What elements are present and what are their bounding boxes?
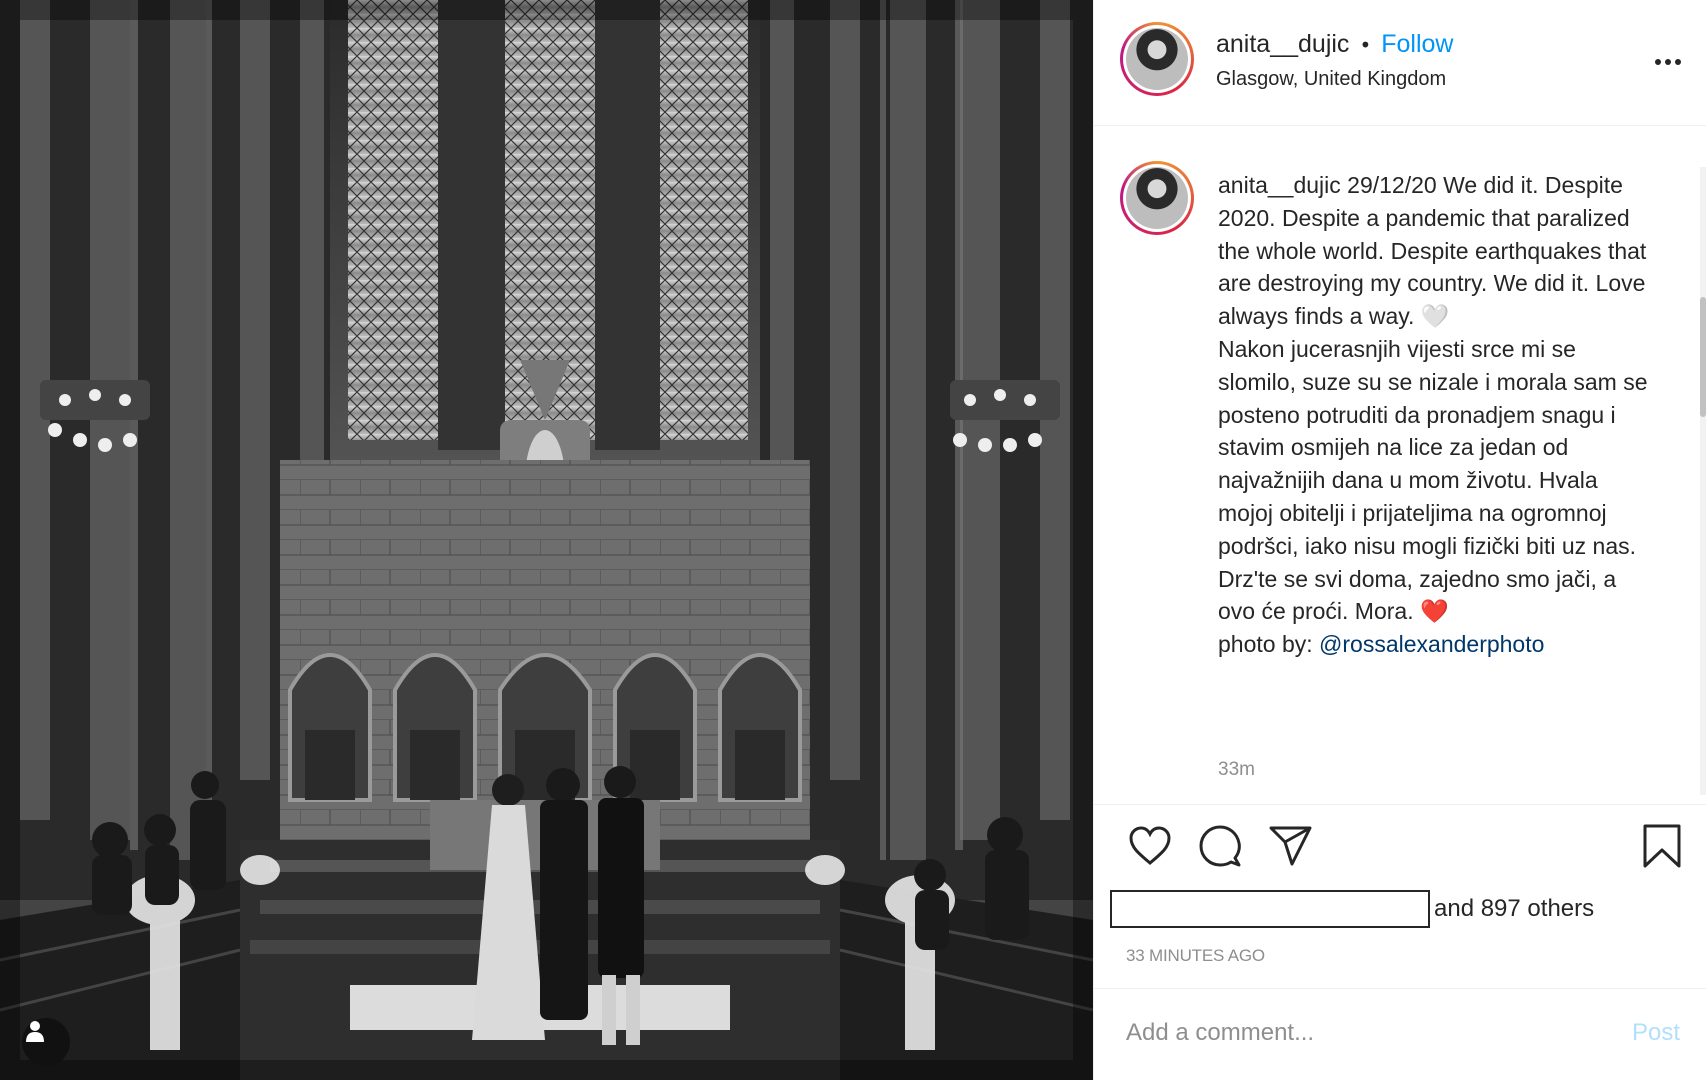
caption-avatar[interactable] bbox=[1120, 161, 1194, 235]
bookmark-icon[interactable] bbox=[1636, 820, 1688, 872]
post-date[interactable]: 33 MINUTES AGO bbox=[1126, 946, 1265, 966]
separator-dot: • bbox=[1359, 32, 1372, 57]
share-icon[interactable] bbox=[1264, 820, 1316, 872]
avatar-image bbox=[1126, 28, 1188, 90]
post-photo[interactable] bbox=[0, 0, 1093, 1080]
more-options-icon[interactable] bbox=[1654, 40, 1682, 73]
author-username[interactable]: anita__dujic bbox=[1216, 30, 1349, 59]
caption-time-ago: 33m bbox=[1218, 759, 1255, 780]
post-header: anita__dujic • Follow Glasgow, United Ki… bbox=[1094, 0, 1706, 126]
likes-summary: and 897 others bbox=[1110, 890, 1594, 928]
post-side-panel: anita__dujic • Follow Glasgow, United Ki… bbox=[1093, 0, 1706, 1080]
likes-others-link[interactable]: and 897 others bbox=[1434, 895, 1594, 923]
comment-input[interactable] bbox=[1126, 1011, 1606, 1055]
follow-button[interactable]: Follow bbox=[1381, 30, 1453, 59]
scrollbar-thumb[interactable] bbox=[1700, 297, 1706, 417]
post-location[interactable]: Glasgow, United Kingdom bbox=[1216, 68, 1446, 91]
comments-scrollbar[interactable] bbox=[1700, 167, 1706, 795]
caption-text: 29/12/20 We did it. Despite 2020. Despit… bbox=[1218, 172, 1648, 658]
caption-username[interactable]: anita__dujic bbox=[1218, 172, 1341, 198]
comments-area[interactable]: anita__dujic 29/12/20 We did it. Despite… bbox=[1094, 127, 1706, 805]
avatar-image bbox=[1126, 167, 1188, 229]
tagged-users-button[interactable] bbox=[22, 1018, 70, 1066]
liked-by-redaction-box bbox=[1110, 890, 1430, 928]
author-row: anita__dujic • Follow bbox=[1216, 30, 1453, 59]
author-avatar[interactable] bbox=[1120, 22, 1194, 96]
heart-icon[interactable] bbox=[1124, 820, 1176, 872]
post-caption: anita__dujic 29/12/20 We did it. Despite… bbox=[1218, 169, 1658, 661]
post-comment-button[interactable]: Post bbox=[1632, 1019, 1680, 1047]
comment-icon[interactable] bbox=[1194, 820, 1246, 872]
wedding-photo-illustration bbox=[0, 0, 1093, 1080]
action-bar bbox=[1094, 820, 1706, 880]
add-comment-section: Post bbox=[1094, 988, 1706, 1080]
photographer-mention[interactable]: @rossalexanderphoto bbox=[1319, 631, 1544, 657]
